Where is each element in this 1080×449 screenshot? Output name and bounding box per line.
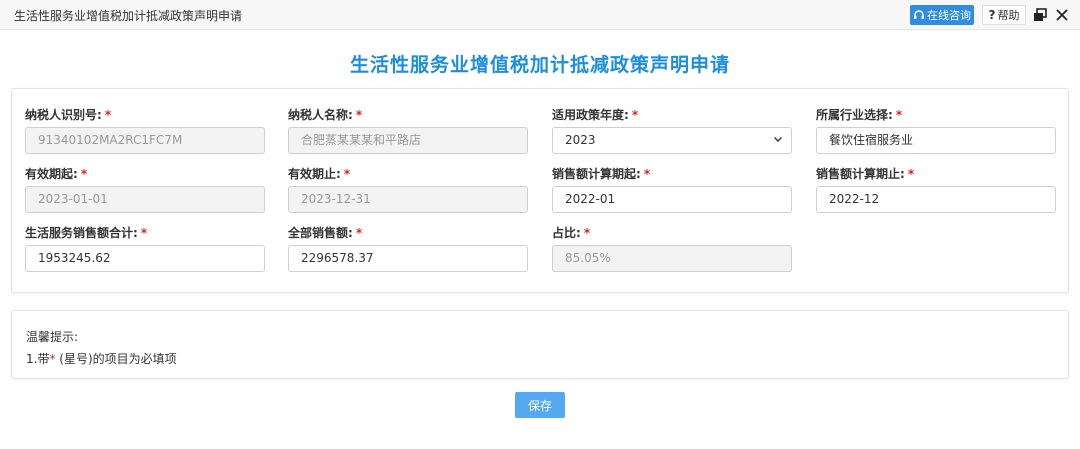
page-title: 生活性服务业增值税加计抵减政策声明申请 — [349, 54, 730, 76]
declaration-form: 纳税人识别号: * 91340102MA2RC1FC7M 纳税人名称: * 合肥蒸某… — [11, 88, 1069, 293]
policy-year-value: 2023 — [565, 133, 596, 147]
save-button[interactable]: 保存 — [515, 392, 565, 418]
taxpayer-id-label: 纳税人识别号: — [25, 108, 102, 122]
valid-to-input: 2023-12-31 — [288, 186, 528, 213]
required-mark: * — [631, 108, 639, 122]
policy-year-label: 适用政策年度: — [552, 108, 629, 122]
tips-title: 温馨提示: — [26, 330, 79, 344]
total-sales-input[interactable]: 2296578.37 — [288, 245, 528, 272]
life-service-sales-field: 生活服务销售额合计: * 1953245.62 — [25, 225, 265, 272]
required-mark: * — [907, 167, 915, 181]
taxpayer-id-input: 91340102MA2RC1FC7M — [25, 127, 265, 154]
help-button[interactable]: ? 帮助 — [982, 5, 1026, 25]
valid-to-field: 有效期止: * 2023-12-31 — [288, 166, 528, 213]
sales-period-start-input[interactable]: 2022-01 — [552, 186, 792, 213]
tips-required-star: * — [49, 352, 56, 366]
help-label: 帮助 — [997, 9, 1020, 22]
required-mark: * — [104, 108, 112, 122]
ratio-label: 占比: — [552, 226, 581, 240]
taxpayer-name-label: 纳税人名称: — [288, 108, 353, 122]
taxpayer-id-field: 纳税人识别号: * 91340102MA2RC1FC7M — [25, 107, 265, 154]
help-icon: ? — [988, 8, 996, 22]
industry-field: 所属行业选择: * 餐饮住宿服务业 — [816, 107, 1056, 154]
industry-label: 所属行业选择: — [816, 108, 893, 122]
restore-window-icon[interactable] — [1033, 8, 1047, 22]
tips-line-1-prefix: 1.带 — [26, 352, 50, 366]
taxpayer-name-field: 纳税人名称: * 合肥蒸某某某和平路店 — [288, 107, 528, 154]
sales-period-start-field: 销售额计算期起: * 2022-01 — [552, 166, 792, 213]
sales-period-end-field: 销售额计算期止: * 2022-12 — [816, 166, 1056, 213]
required-mark: * — [80, 167, 88, 181]
window-titlebar: 生活性服务业增值税加计抵减政策声明申请 在线咨询 ? 帮助 — [0, 0, 1080, 30]
policy-year-field: 适用政策年度: * 2023 — [552, 107, 792, 154]
industry-input[interactable]: 餐饮住宿服务业 — [816, 127, 1056, 154]
required-mark: * — [643, 167, 651, 181]
required-mark: * — [140, 226, 148, 240]
valid-to-label: 有效期止: — [288, 167, 341, 181]
required-mark: * — [895, 108, 903, 122]
taxpayer-name-input: 合肥蒸某某某和平路店 — [288, 127, 528, 154]
life-service-sales-label: 生活服务销售额合计: — [25, 226, 138, 240]
valid-from-field: 有效期起: * 2023-01-01 — [25, 166, 265, 213]
total-sales-field: 全部销售额: * 2296578.37 — [288, 225, 528, 272]
close-icon[interactable] — [1054, 7, 1070, 23]
required-mark: * — [355, 226, 363, 240]
window-title: 生活性服务业增值税加计抵减政策声明申请 — [14, 9, 243, 23]
sales-period-end-input[interactable]: 2022-12 — [816, 186, 1056, 213]
life-service-sales-input[interactable]: 1953245.62 — [25, 245, 265, 272]
valid-from-label: 有效期起: — [25, 167, 78, 181]
tips-line-1: 1.带* (星号)的项目为必填项 — [26, 350, 177, 367]
policy-year-select[interactable]: 2023 — [552, 127, 792, 154]
online-consult-label: 在线咨询 — [927, 9, 971, 22]
online-consult-button[interactable]: 在线咨询 — [910, 5, 974, 25]
headset-icon — [913, 9, 925, 21]
chevron-down-icon — [773, 128, 783, 153]
sales-period-end-label: 销售额计算期止: — [816, 167, 905, 181]
ratio-field: 占比: * 85.05% — [552, 225, 792, 272]
required-mark: * — [583, 226, 591, 240]
valid-from-input: 2023-01-01 — [25, 186, 265, 213]
ratio-input: 85.05% — [552, 245, 792, 272]
required-mark: * — [343, 167, 351, 181]
tips-line-1-suffix: (星号)的项目为必填项 — [59, 352, 177, 366]
total-sales-label: 全部销售额: — [288, 226, 353, 240]
required-mark: * — [355, 108, 363, 122]
tips-panel: 温馨提示: 1.带* (星号)的项目为必填项 — [11, 310, 1069, 379]
sales-period-start-label: 销售额计算期起: — [552, 167, 641, 181]
